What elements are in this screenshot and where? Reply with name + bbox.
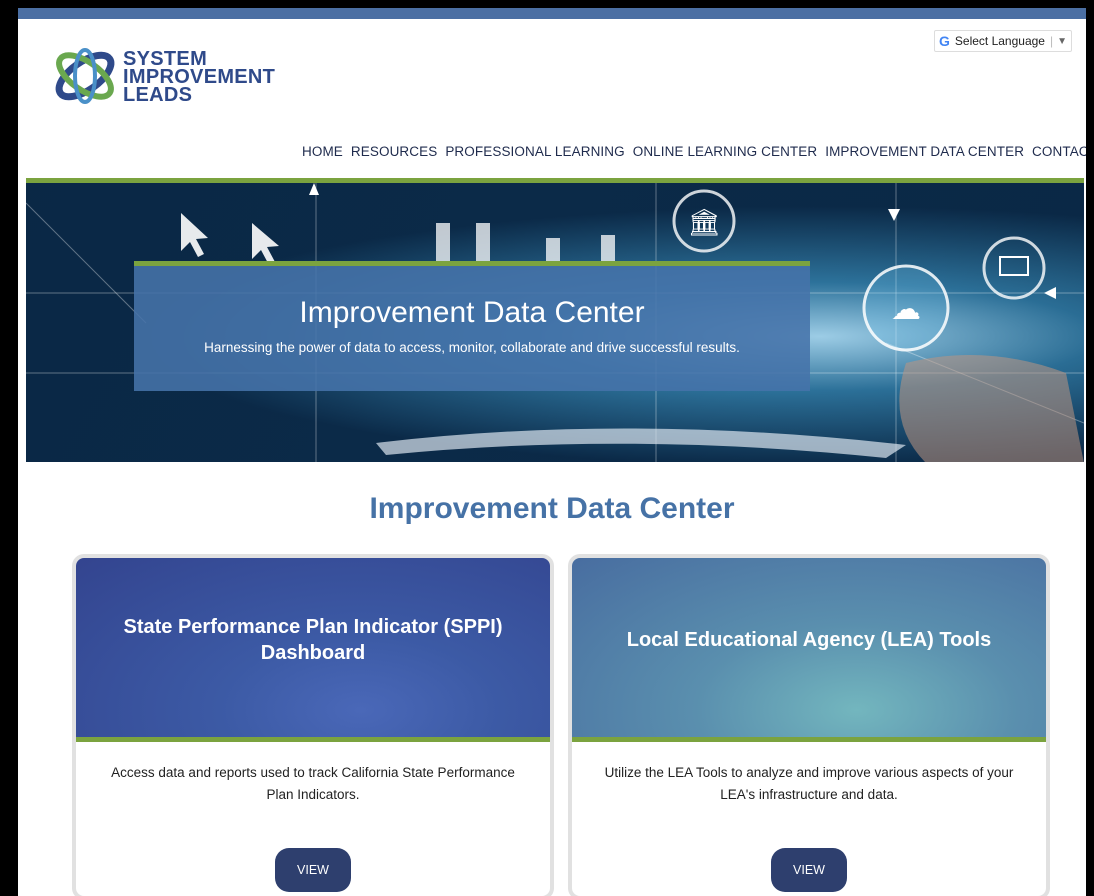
page-frame: SYSTEM IMPROVEMENT LEADS G Select Langua… xyxy=(18,8,1086,896)
card-header: Local Educational Agency (LEA) Tools xyxy=(572,558,1046,742)
language-selector[interactable]: G Select Language | ▼ xyxy=(934,30,1072,52)
hero-subtitle: Harnessing the power of data to access, … xyxy=(204,340,740,355)
card-lea-tools: Local Educational Agency (LEA) Tools Uti… xyxy=(568,554,1050,896)
top-bar xyxy=(18,8,1086,19)
card-sppi-dashboard: State Performance Plan Indicator (SPPI) … xyxy=(72,554,554,896)
language-label: Select Language xyxy=(954,34,1045,48)
svg-text:🏛: 🏛 xyxy=(687,208,720,238)
nav-improvement-data-center[interactable]: IMPROVEMENT DATA CENTER xyxy=(825,144,1024,159)
card-description: Utilize the LEA Tools to analyze and imp… xyxy=(604,765,1014,802)
logo-swirl-icon xyxy=(55,48,115,104)
logo-text: SYSTEM IMPROVEMENT LEADS xyxy=(123,49,275,106)
nav-professional-learning[interactable]: PROFESSIONAL LEARNING xyxy=(445,144,624,159)
card-description: Access data and reports used to track Ca… xyxy=(111,765,515,802)
cursor-arrow-icon xyxy=(181,213,208,257)
hero-overlay: Improvement Data Center Harnessing the p… xyxy=(134,261,810,391)
nav-contact-us[interactable]: CONTACT US xyxy=(1032,144,1086,159)
nav-resources[interactable]: RESOURCES xyxy=(351,144,437,159)
main-nav: HOME RESOURCES PROFESSIONAL LEARNING ONL… xyxy=(302,144,1086,159)
hero-banner: 🏛 ☁ Improvement Data Center Harnessing t… xyxy=(26,178,1084,462)
google-g-icon: G xyxy=(939,33,950,49)
site-logo[interactable]: SYSTEM IMPROVEMENT LEADS xyxy=(51,36,281,116)
section-title: Improvement Data Center xyxy=(369,492,735,525)
card-header: State Performance Plan Indicator (SPPI) … xyxy=(76,558,550,742)
view-button-lea[interactable]: VIEW xyxy=(771,848,847,892)
svg-text:☁: ☁ xyxy=(891,292,921,327)
nav-home[interactable]: HOME xyxy=(302,144,343,159)
view-button-sppi[interactable]: VIEW xyxy=(275,848,351,892)
nav-online-learning-center[interactable]: ONLINE LEARNING CENTER xyxy=(633,144,817,159)
language-divider: | xyxy=(1049,34,1054,48)
hero-title: Improvement Data Center xyxy=(299,296,645,329)
card-title: Local Educational Agency (LEA) Tools xyxy=(626,628,992,651)
logo-line-3: LEADS xyxy=(123,84,193,106)
card-title: State Performance Plan Indicator (SPPI) … xyxy=(123,615,503,664)
cursor-arrow-icon-2 xyxy=(252,223,279,265)
dropdown-arrow-icon: ▼ xyxy=(1057,35,1067,47)
laptop-circle-icon xyxy=(982,236,1046,300)
